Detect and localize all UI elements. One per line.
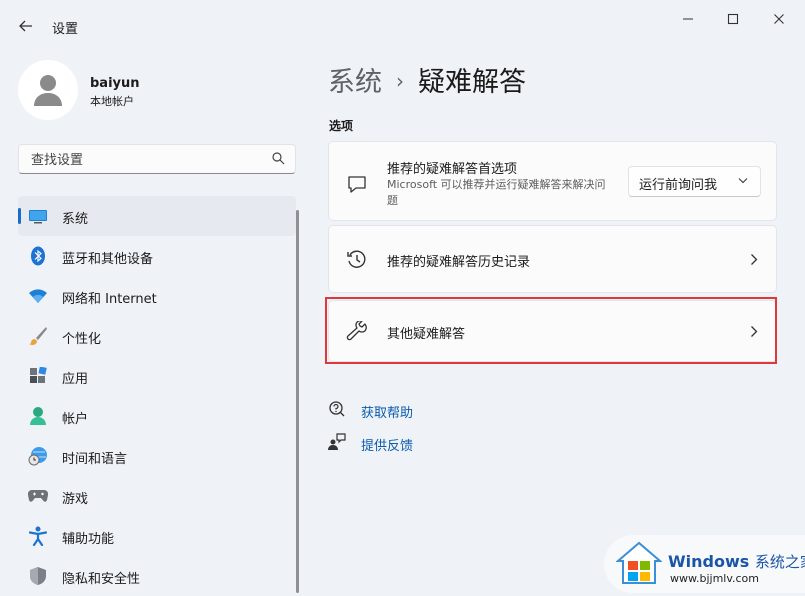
windows-house-logo-icon (616, 541, 662, 584)
arrow-left-icon (19, 20, 32, 32)
active-indicator (18, 208, 21, 224)
watermark-title-en: Windows (668, 552, 750, 571)
troubleshooter-history-card[interactable]: 推荐的疑难解答历史记录 (328, 225, 777, 293)
sidebar-item-personalization[interactable]: 个性化 (18, 316, 296, 356)
bluetooth-icon (28, 246, 48, 266)
section-title: 选项 (329, 119, 354, 133)
account-type: 本地帐户 (90, 95, 134, 108)
breadcrumb: 系统 › 疑难解答 (328, 60, 526, 99)
card-title: 推荐的疑难解答历史记录 (387, 255, 531, 270)
shield-icon (28, 566, 48, 586)
watermark: Windows 系统之家 www.bjjmlv.com (604, 535, 805, 593)
sidebar-item-label: 网络和 Internet (62, 292, 157, 307)
sidebar-item-label: 时间和语言 (62, 452, 128, 467)
sidebar-item-label: 应用 (62, 372, 89, 387)
dropdown-value: 运行前询问我 (639, 178, 718, 193)
accessibility-icon (28, 526, 48, 546)
sidebar-nav: 系统 蓝牙和其他设备 网络和 Internet 个性化 应用 帐户 时间和语言 … (18, 196, 296, 596)
close-button[interactable] (759, 4, 799, 34)
sidebar-item-label: 辅助功能 (62, 532, 115, 547)
avatar (18, 60, 78, 120)
maximize-button[interactable] (713, 4, 753, 34)
minimize-icon (683, 18, 693, 20)
sidebar-item-label: 隐私和安全性 (62, 572, 141, 587)
sidebar-item-privacy-security[interactable]: 隐私和安全性 (18, 556, 296, 596)
sidebar-item-apps[interactable]: 应用 (18, 356, 296, 396)
sidebar-item-accessibility[interactable]: 辅助功能 (18, 516, 296, 556)
sidebar-item-network[interactable]: 网络和 Internet (18, 276, 296, 316)
watermark-title-cn: 系统之家 (754, 553, 805, 571)
sidebar-item-label: 蓝牙和其他设备 (62, 252, 154, 267)
help-icon (328, 400, 346, 418)
breadcrumb-separator: › (396, 69, 404, 93)
app-title: 设置 (52, 22, 79, 37)
title-bar: 设置 (0, 0, 805, 48)
search-icon (272, 152, 285, 165)
user-icon (34, 75, 62, 106)
sidebar-item-system[interactable]: 系统 (18, 196, 296, 236)
sidebar-item-gaming[interactable]: 游戏 (18, 476, 296, 516)
card-title: 推荐的疑难解答首选项 (387, 162, 518, 177)
page-title: 疑难解答 (418, 67, 526, 98)
user-name: baiyun (90, 76, 140, 91)
sidebar-scrollbar[interactable] (296, 210, 299, 593)
wifi-icon (28, 286, 48, 306)
link-label: 提供反馈 (361, 439, 414, 454)
sidebar-item-label: 游戏 (62, 492, 89, 507)
sidebar-item-time-language[interactable]: 时间和语言 (18, 436, 296, 476)
feedback-icon (328, 433, 346, 451)
card-description: Microsoft 可以推荐并运行疑难解答来解决问题 (387, 178, 606, 207)
gamepad-icon (28, 486, 48, 506)
back-button[interactable] (14, 14, 38, 38)
message-icon (345, 172, 369, 196)
search-input[interactable] (29, 149, 263, 171)
sidebar-item-label: 帐户 (62, 412, 89, 427)
chevron-down-icon (738, 178, 748, 184)
sidebar-item-bluetooth[interactable]: 蓝牙和其他设备 (18, 236, 296, 276)
apps-icon (28, 366, 48, 386)
sidebar-item-label: 系统 (62, 212, 89, 227)
chevron-right-icon (751, 254, 758, 265)
history-icon (345, 248, 369, 272)
sidebar-item-accounts[interactable]: 帐户 (18, 396, 296, 436)
minimize-button[interactable] (668, 4, 708, 34)
watermark-url: www.bjjmlv.com (670, 572, 759, 585)
globe-clock-icon (28, 446, 48, 466)
search-box[interactable] (18, 144, 296, 174)
brush-icon (28, 326, 48, 346)
link-label: 获取帮助 (361, 406, 414, 421)
watermark-title: Windows 系统之家 (668, 551, 805, 572)
close-icon (774, 14, 784, 24)
highlight-box (325, 297, 777, 364)
maximize-icon (727, 13, 739, 25)
troubleshooter-preference-dropdown[interactable]: 运行前询问我 (628, 166, 761, 197)
sidebar-item-label: 个性化 (62, 332, 102, 347)
account-icon (28, 406, 48, 426)
monitor-icon (28, 206, 48, 226)
breadcrumb-parent[interactable]: 系统 (328, 67, 382, 98)
recommended-troubleshooter-preferences-card: 推荐的疑难解答首选项 Microsoft 可以推荐并运行疑难解答来解决问题 运行… (328, 141, 777, 221)
